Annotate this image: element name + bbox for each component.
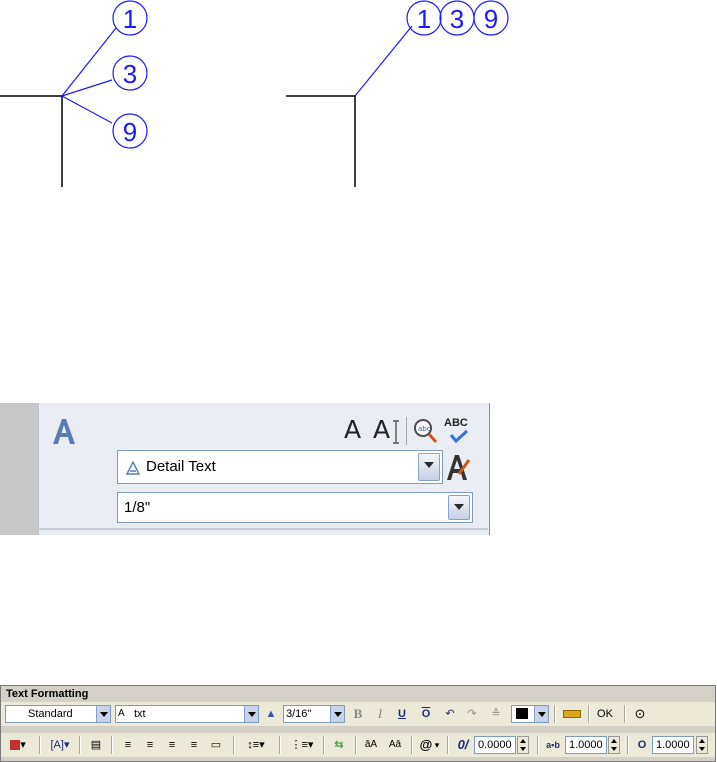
text-color-select[interactable] [511, 705, 549, 723]
toolbar-separator [537, 736, 539, 754]
text-style-value: Detail Text [146, 458, 216, 475]
width-factor-spinner[interactable] [696, 736, 708, 754]
oblique-angle-input[interactable]: 0.0000 [474, 736, 516, 754]
toolbar-row-1: Standard A txt ▲ 3/16" B I U O ↶ ↷ ≙ OK … [1, 702, 715, 726]
underline-button[interactable]: U [393, 705, 411, 723]
redo-icon[interactable]: ↷ [463, 705, 481, 723]
italic-button[interactable]: I [371, 705, 389, 723]
text-height-value: 3/16" [286, 708, 312, 720]
font-select[interactable]: A txt [115, 705, 259, 723]
toolbar-separator [627, 736, 629, 754]
stack-icon[interactable]: ≙ [487, 705, 505, 723]
text-panel: A A abc ABC Detail Text 1/8" [0, 403, 490, 535]
left-keynote-example: 1 3 9 [0, 0, 148, 187]
color-swatch [516, 708, 528, 719]
text-formatting-toolbar: Text Formatting Standard A txt ▲ 3/16" B… [0, 685, 716, 762]
oblique-angle-icon[interactable]: 0/ [453, 736, 473, 754]
keynote-drawing: 1 3 9 1 3 9 [0, 0, 509, 187]
numbering-icon[interactable]: ⋮≡▾ [287, 736, 317, 754]
toolbar-divider [406, 417, 407, 445]
toolbar-separator [355, 736, 357, 754]
paragraph-icon[interactable]: ▤ [87, 736, 105, 754]
line-spacing-icon[interactable]: ↕≡▾ [241, 736, 271, 754]
overline-button[interactable]: O [417, 705, 435, 723]
align-left-icon[interactable]: ≡ [119, 736, 137, 754]
keynote-tag-3: 3 [450, 4, 464, 34]
text-height-select[interactable]: 3/16" [283, 705, 345, 723]
toolbar-separator [624, 705, 626, 723]
chevron-down-icon[interactable] [418, 453, 440, 481]
distribute-icon[interactable]: ▭ [207, 736, 225, 754]
align-center-icon[interactable]: ≡ [141, 736, 159, 754]
bold-button[interactable]: B [349, 705, 367, 723]
insert-field-icon[interactable]: ⇆ [329, 736, 349, 754]
keynote-tag-3: 3 [123, 59, 137, 89]
lowercase-button[interactable]: Aā [385, 736, 405, 754]
toolbar-separator [411, 736, 413, 754]
width-factor-input[interactable]: 1.0000 [652, 736, 694, 754]
chevron-down-icon[interactable] [448, 495, 470, 520]
svg-text:abc: abc [418, 425, 431, 433]
chevron-down-icon[interactable] [534, 706, 548, 722]
panel-side-strip [0, 403, 38, 535]
text-style-select[interactable]: Detail Text [117, 450, 443, 484]
mtext-justification-icon[interactable]: [A]▾ [47, 736, 73, 754]
options-icon[interactable]: ⊙ [631, 705, 649, 723]
multiline-text-icon[interactable]: A [344, 415, 361, 444]
chevron-down-icon[interactable] [330, 706, 344, 722]
toolbar-separator [279, 736, 281, 754]
spell-check-icon[interactable]: ABC [444, 417, 468, 429]
keynote-tag-1: 1 [417, 4, 431, 34]
chevron-down-icon[interactable] [244, 706, 258, 722]
right-keynote-example: 1 3 9 [286, 0, 509, 187]
ok-button[interactable]: OK [593, 705, 617, 723]
tracking-input[interactable]: 1.0000 [565, 736, 607, 754]
oblique-spinner[interactable] [517, 736, 529, 754]
text-cursor-icon [393, 420, 399, 444]
width-factor-value: 1.0000 [656, 739, 690, 751]
style-select[interactable]: Standard [5, 705, 111, 723]
ruler-icon[interactable] [561, 705, 583, 723]
toolbar-separator [111, 736, 113, 754]
columns-icon[interactable]: ▾ [5, 736, 31, 754]
uppercase-button[interactable]: āA [361, 736, 381, 754]
text-height-value: 1/8" [124, 499, 151, 516]
toolbar-separator [79, 736, 81, 754]
undo-icon[interactable]: ↶ [441, 705, 459, 723]
text-style-glyph-icon [126, 461, 140, 475]
keynote-tag-1: 1 [123, 4, 137, 34]
toolbar-separator [554, 705, 556, 723]
checkmark-icon [449, 429, 469, 443]
symbol-dropdown-icon[interactable]: ▾ [433, 736, 441, 754]
tracking-value: 1.0000 [569, 739, 603, 751]
toolbar-title: Text Formatting [6, 688, 89, 700]
justify-icon[interactable]: ≡ [185, 736, 203, 754]
find-replace-icon[interactable]: abc [412, 417, 438, 445]
font-select-value: txt [134, 708, 146, 720]
tracking-spinner[interactable] [608, 736, 620, 754]
tracking-icon[interactable]: a•b [542, 736, 564, 754]
toolbar-separator [588, 705, 590, 723]
text-style-icon[interactable] [51, 417, 77, 445]
text-height-select[interactable]: 1/8" [117, 492, 473, 523]
annotative-icon[interactable]: ▲ [263, 705, 279, 723]
toolbar-row-2: ▾ [A]▾ ▤ ≡ ≡ ≡ ≡ ▭ ↕≡▾ ⋮≡▾ ⇆ āA Aā @ ▾ 0… [1, 733, 715, 757]
align-right-icon[interactable]: ≡ [163, 736, 181, 754]
keynote-tag-9: 9 [123, 117, 137, 147]
text-style-manager-icon[interactable] [445, 452, 471, 482]
style-select-value: Standard [28, 708, 73, 720]
toolbar-separator [233, 736, 235, 754]
oblique-angle-value: 0.0000 [478, 739, 512, 751]
single-line-text-icon[interactable]: A [373, 415, 390, 444]
chevron-down-icon[interactable] [96, 706, 110, 722]
width-factor-icon[interactable]: O [633, 736, 651, 754]
panel-content: A A abc ABC Detail Text 1/8" [38, 403, 489, 535]
panel-bottom-edge [38, 528, 488, 530]
font-icon: A [118, 708, 125, 719]
toolbar-separator [323, 736, 325, 754]
keynote-tag-9: 9 [484, 4, 498, 34]
toolbar-separator [39, 736, 41, 754]
toolbar-separator [447, 736, 449, 754]
